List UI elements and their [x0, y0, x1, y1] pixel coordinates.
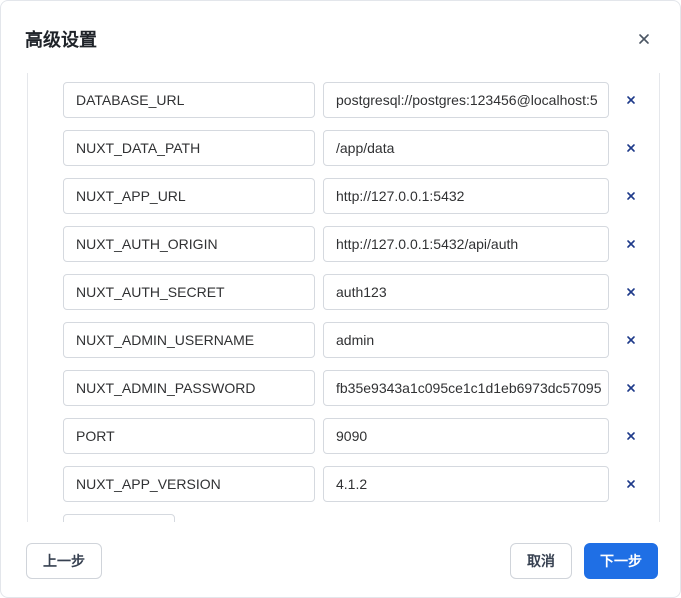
close-icon[interactable] — [636, 31, 652, 47]
remove-row-icon[interactable] — [624, 429, 638, 443]
env-value-input[interactable]: /app/data — [323, 130, 609, 166]
advanced-settings-dialog: 高级设置 DATABASE_URL postgresql://postgres:… — [0, 0, 681, 598]
cancel-button[interactable]: 取消 — [510, 543, 572, 579]
env-key-input[interactable]: DATABASE_URL — [63, 82, 315, 118]
remove-row-icon[interactable] — [624, 285, 638, 299]
env-var-row: PORT 9090 — [63, 418, 643, 454]
env-key-input[interactable]: NUXT_ADMIN_PASSWORD — [63, 370, 315, 406]
env-value-input[interactable]: fb35e9343a1c095ce1c1d1eb6973dc57095 — [323, 370, 609, 406]
remove-row-icon[interactable] — [624, 93, 638, 107]
env-var-row: DATABASE_URL postgresql://postgres:12345… — [63, 82, 643, 118]
remove-row-icon[interactable] — [624, 189, 638, 203]
env-value-input[interactable]: 9090 — [323, 418, 609, 454]
env-value-input[interactable]: admin — [323, 322, 609, 358]
env-key-input[interactable]: NUXT_APP_URL — [63, 178, 315, 214]
env-value-input[interactable]: http://127.0.0.1:5432/api/auth — [323, 226, 609, 262]
add-env-var-button[interactable] — [63, 514, 175, 522]
env-value-input[interactable]: postgresql://postgres:123456@localhost:5 — [323, 82, 609, 118]
env-value-input[interactable]: auth123 — [323, 274, 609, 310]
env-key-input[interactable]: PORT — [63, 418, 315, 454]
env-var-row: NUXT_APP_URL http://127.0.0.1:5432 — [63, 178, 643, 214]
env-key-input[interactable]: NUXT_DATA_PATH — [63, 130, 315, 166]
env-value-input[interactable]: http://127.0.0.1:5432 — [323, 178, 609, 214]
env-var-row: NUXT_AUTH_ORIGIN http://127.0.0.1:5432/a… — [63, 226, 643, 262]
env-var-row: NUXT_DATA_PATH /app/data — [63, 130, 643, 166]
env-var-row: NUXT_ADMIN_PASSWORD fb35e9343a1c095ce1c1… — [63, 370, 643, 406]
env-key-input[interactable]: NUXT_AUTH_SECRET — [63, 274, 315, 310]
remove-row-icon[interactable] — [624, 237, 638, 251]
env-value-input[interactable]: 4.1.2 — [323, 466, 609, 502]
remove-row-icon[interactable] — [624, 381, 638, 395]
env-vars-list: DATABASE_URL postgresql://postgres:12345… — [27, 73, 660, 522]
env-var-row: NUXT_AUTH_SECRET auth123 — [63, 274, 643, 310]
env-key-input[interactable]: NUXT_AUTH_ORIGIN — [63, 226, 315, 262]
remove-row-icon[interactable] — [624, 141, 638, 155]
env-key-input[interactable]: NUXT_ADMIN_USERNAME — [63, 322, 315, 358]
env-var-row: NUXT_APP_VERSION 4.1.2 — [63, 466, 643, 502]
dialog-title: 高级设置 — [25, 30, 97, 50]
remove-row-icon[interactable] — [624, 477, 638, 491]
remove-row-icon[interactable] — [624, 333, 638, 347]
env-key-input[interactable]: NUXT_APP_VERSION — [63, 466, 315, 502]
previous-step-button[interactable]: 上一步 — [26, 543, 102, 579]
next-step-button[interactable]: 下一步 — [584, 543, 658, 579]
env-var-row: NUXT_ADMIN_USERNAME admin — [63, 322, 643, 358]
